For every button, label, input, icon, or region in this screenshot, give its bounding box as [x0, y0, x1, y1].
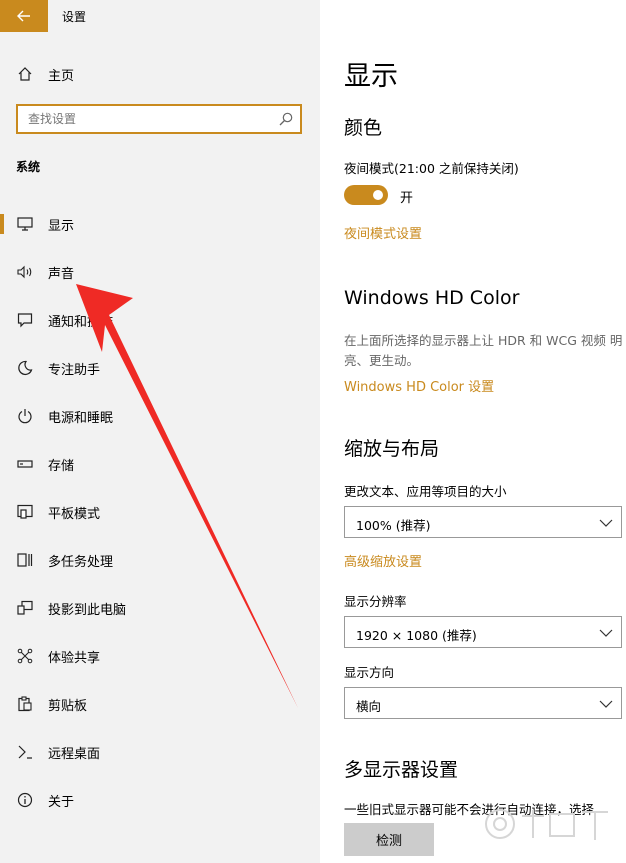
orientation-select[interactable]: 横向	[344, 687, 622, 719]
back-arrow-icon	[17, 10, 30, 22]
toggle-state-label: 开	[400, 191, 414, 206]
sidebar-item-label: 多任务处理	[48, 554, 114, 570]
resolution-label: 显示分辨率	[344, 594, 407, 609]
storage-icon	[16, 455, 34, 473]
sidebar-item-label: 远程桌面	[48, 746, 101, 762]
back-button[interactable]	[0, 0, 48, 32]
text-size-label: 更改文本、应用等项目的大小	[344, 484, 507, 499]
watermark-logo	[485, 809, 608, 840]
notification-icon	[16, 311, 34, 329]
multitasking-icon	[16, 551, 34, 569]
search-icon[interactable]	[278, 111, 294, 127]
home-icon	[17, 66, 33, 82]
sidebar-item-label: 通知和操作	[48, 314, 114, 330]
advanced-scaling-link[interactable]: 高级缩放设置	[344, 551, 422, 570]
search-input[interactable]	[18, 106, 268, 132]
tablet-mode-icon	[16, 503, 34, 521]
section-label-system: 系统	[16, 160, 41, 174]
chevron-down-icon	[599, 700, 613, 708]
section-heading-color: 颜色	[344, 117, 383, 139]
moon-icon	[16, 359, 34, 377]
sidebar-item-shared-experiences[interactable]: 体验共享	[0, 632, 320, 680]
orientation-select-value: 横向	[356, 699, 382, 714]
sidebar: 设置 主页 系统 显示	[0, 0, 320, 863]
settings-window: 设置 主页 系统 显示	[0, 0, 626, 863]
clipboard-icon	[16, 695, 34, 713]
sidebar-item-about[interactable]: 关于	[0, 776, 320, 824]
chevron-down-icon	[599, 629, 613, 637]
scale-select[interactable]: 100% (推荐)	[344, 506, 622, 538]
sidebar-item-clipboard[interactable]: 剪贴板	[0, 680, 320, 728]
sidebar-item-sound[interactable]: 声音	[0, 248, 320, 296]
sidebar-item-label: 平板模式	[48, 506, 101, 522]
section-heading-hdr: Windows HD Color	[344, 287, 520, 309]
sidebar-item-tablet-mode[interactable]: 平板模式	[0, 488, 320, 536]
speaker-icon	[16, 263, 34, 281]
projecting-icon	[16, 599, 34, 617]
sidebar-item-display[interactable]: 显示	[0, 200, 320, 248]
resolution-select-value: 1920 × 1080 (推荐)	[356, 628, 477, 643]
hdr-settings-link[interactable]: Windows HD Color 设置	[344, 376, 494, 395]
shared-experiences-icon	[16, 647, 34, 665]
night-light-toggle[interactable]	[344, 185, 388, 205]
sidebar-item-label: 声音	[48, 266, 75, 282]
sidebar-item-label: 投影到此电脑	[48, 602, 127, 618]
monitor-icon	[16, 215, 34, 233]
remote-desktop-icon	[16, 743, 34, 761]
sidebar-item-focus-assist[interactable]: 专注助手	[0, 344, 320, 392]
section-heading-scale-layout: 缩放与布局	[344, 438, 440, 460]
toggle-knob	[373, 190, 383, 200]
sidebar-item-label: 存储	[48, 458, 75, 474]
sidebar-item-label: 剪贴板	[48, 698, 88, 714]
page-title: 显示	[344, 61, 398, 92]
orientation-label: 显示方向	[344, 665, 395, 680]
sidebar-item-storage[interactable]: 存储	[0, 440, 320, 488]
title-bar: 设置	[0, 0, 320, 32]
resolution-select[interactable]: 1920 × 1080 (推荐)	[344, 616, 622, 648]
sidebar-item-notifications[interactable]: 通知和操作	[0, 296, 320, 344]
power-icon	[16, 407, 34, 425]
hdr-description: 在上面所选择的显示器上让 HDR 和 WCG 视频 明亮、更生动。	[344, 333, 623, 368]
system-nav-list: 显示 声音 通知和操作 专注助手 电源和睡眠 存储 平板模式 多任务处理 投影到…	[0, 200, 320, 824]
sidebar-item-multitasking[interactable]: 多任务处理	[0, 536, 320, 584]
window-title: 设置	[62, 10, 87, 24]
home-label: 主页	[48, 68, 75, 84]
sidebar-item-label: 专注助手	[48, 362, 101, 378]
sidebar-item-power-sleep[interactable]: 电源和睡眠	[0, 392, 320, 440]
detect-button[interactable]: 检测	[344, 823, 434, 856]
sidebar-item-remote-desktop[interactable]: 远程桌面	[0, 728, 320, 776]
home-nav-item[interactable]: 主页	[0, 60, 320, 88]
sidebar-item-label: 电源和睡眠	[48, 410, 114, 426]
sidebar-item-label: 关于	[48, 794, 75, 810]
night-light-label: 夜间模式(21:00 之前保持关闭)	[344, 161, 519, 176]
night-light-settings-link[interactable]: 夜间模式设置	[344, 223, 422, 242]
scale-select-value: 100% (推荐)	[356, 518, 431, 533]
info-icon	[16, 791, 34, 809]
section-heading-multi-display: 多显示器设置	[344, 759, 459, 781]
search-box	[16, 104, 302, 134]
sidebar-item-projecting[interactable]: 投影到此电脑	[0, 584, 320, 632]
main-panel: 显示 颜色 夜间模式(21:00 之前保持关闭) 开 夜间模式设置 Window…	[320, 0, 626, 863]
chevron-down-icon	[599, 519, 613, 527]
sidebar-item-label: 体验共享	[48, 650, 101, 666]
sidebar-item-label: 显示	[48, 218, 75, 234]
